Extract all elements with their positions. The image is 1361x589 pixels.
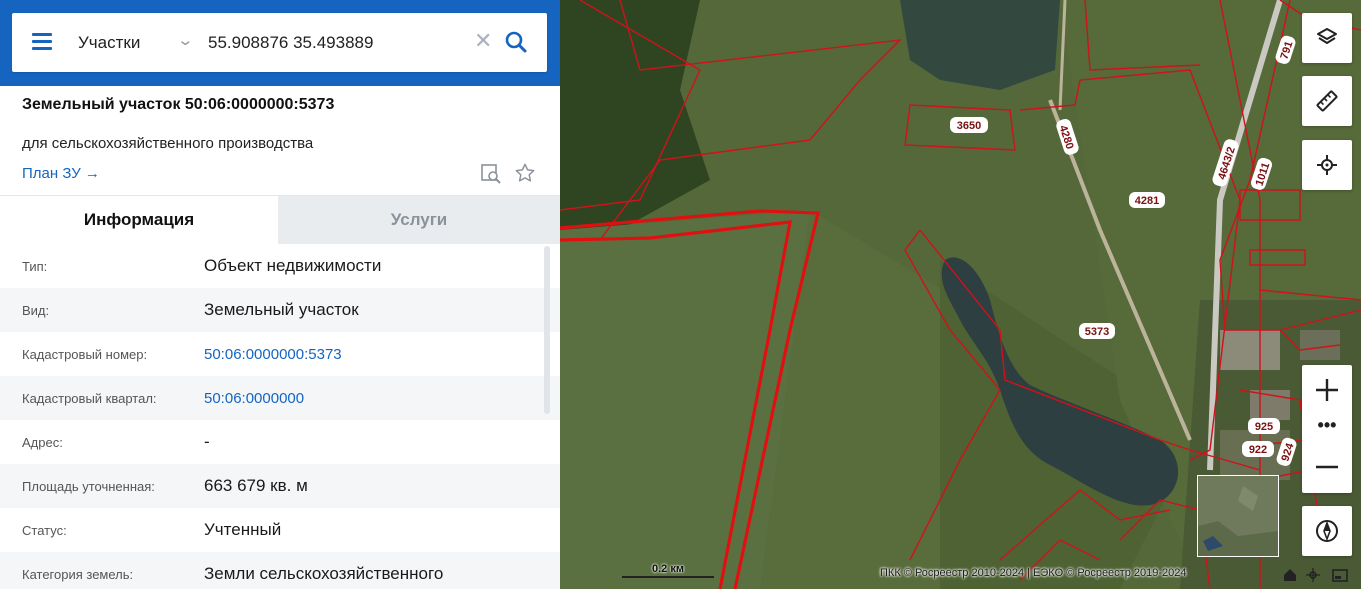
parcel-label[interactable]: 922 (1249, 444, 1267, 456)
parcel-label[interactable]: 5373 (1085, 326, 1109, 338)
info-row: Адрес: - (0, 420, 560, 464)
search-icon[interactable] (504, 30, 528, 54)
info-label: Кадастровый квартал: (22, 391, 157, 406)
cadastral-quarter-link[interactable]: 50:06:0000000 (204, 390, 304, 407)
ruler-button[interactable] (1302, 76, 1352, 126)
plus-icon (1316, 379, 1338, 401)
info-panel: Участки ⌄ ✕ Земельный участок 50:06:0000… (0, 0, 560, 589)
tab-services[interactable]: Услуги (278, 196, 560, 244)
attribution-icons (1278, 567, 1361, 583)
map-view[interactable]: 3650 4280 4281 5373 4643/2 1011 791 925 … (560, 0, 1361, 589)
info-row: Кадастровый квартал: 50:06:0000000 (0, 376, 560, 420)
map-attribution: ПКК © Росреестр 2010-2024 | ЕЭКО © Росре… (880, 567, 1187, 579)
info-value: - (204, 432, 210, 451)
parcel-title: Земельный участок 50:06:0000000:5373 (22, 96, 335, 113)
compass-icon (1316, 520, 1338, 542)
locate-button[interactable] (1302, 140, 1352, 190)
tab-information[interactable]: Информация (0, 196, 278, 244)
info-label: Вид: (22, 303, 50, 318)
parcel-label[interactable]: 925 (1255, 421, 1273, 433)
parcel-purpose: для сельскохозяйственного производства (22, 135, 314, 152)
cadastral-number-link[interactable]: 50:06:0000000:5373 (204, 346, 342, 363)
info-row: Вид: Земельный участок (0, 288, 560, 332)
info-value: Земельный участок (204, 300, 359, 319)
info-label: Статус: (22, 523, 67, 538)
panel-scrollbar[interactable] (544, 246, 550, 414)
info-label: Категория земель: (22, 567, 134, 582)
info-label: Адрес: (22, 435, 63, 450)
tab-bar: Информация Услуги (0, 195, 560, 244)
star-icon[interactable] (514, 162, 536, 184)
zoom-controls: ••• (1302, 365, 1352, 493)
locate-small-icon (1306, 568, 1320, 582)
info-row: Категория земель: Земли сельскохозяйстве… (0, 552, 560, 589)
clear-icon[interactable]: ✕ (474, 28, 492, 54)
menu-icon[interactable] (32, 33, 52, 51)
preview-search-icon[interactable] (480, 163, 502, 185)
info-label: Кадастровый номер: (22, 347, 148, 362)
scale-label: 0.2 км (652, 563, 684, 575)
parcel-label[interactable]: 3650 (957, 120, 981, 132)
info-table: Тип: Объект недвижимости Вид: Земельный … (0, 244, 560, 589)
search-box: Участки ⌄ ✕ (12, 13, 547, 72)
screen-icon (1332, 569, 1348, 582)
chevron-down-icon[interactable]: ⌄ (176, 31, 194, 49)
search-type-select[interactable]: Участки (78, 33, 140, 53)
zoom-out-button[interactable] (1302, 445, 1352, 493)
minimap[interactable] (1197, 475, 1279, 557)
parcel-label[interactable]: 4281 (1135, 195, 1159, 207)
info-row: Тип: Объект недвижимости (0, 244, 560, 288)
info-label: Тип: (22, 259, 48, 274)
more-icon[interactable]: ••• (1302, 413, 1352, 443)
zoom-in-button[interactable] (1302, 365, 1352, 413)
info-label: Площадь уточненная: (22, 479, 155, 494)
layers-icon (1317, 28, 1337, 44)
info-value: Объект недвижимости (204, 256, 382, 275)
info-row: Статус: Учтенный (0, 508, 560, 552)
minus-icon (1316, 465, 1338, 469)
header-bar: Участки ⌄ ✕ (0, 0, 560, 86)
info-value: Земли сельскохозяйственного (204, 564, 444, 583)
plan-link[interactable]: План ЗУ → (22, 165, 100, 182)
minimap-image (1198, 476, 1278, 556)
ruler-icon (1316, 90, 1338, 112)
scale-bar: 0.2 км (622, 562, 714, 578)
layers-button[interactable] (1302, 13, 1352, 63)
home-icon (1284, 569, 1296, 581)
search-input[interactable] (208, 31, 468, 55)
locate-icon (1317, 155, 1337, 175)
info-row: Площадь уточненная: 663 679 кв. м (0, 464, 560, 508)
info-value: 663 679 кв. м (204, 476, 308, 495)
compass-button[interactable] (1302, 506, 1352, 556)
info-row: Кадастровый номер: 50:06:0000000:5373 (0, 332, 560, 376)
info-value: Учтенный (204, 520, 282, 539)
